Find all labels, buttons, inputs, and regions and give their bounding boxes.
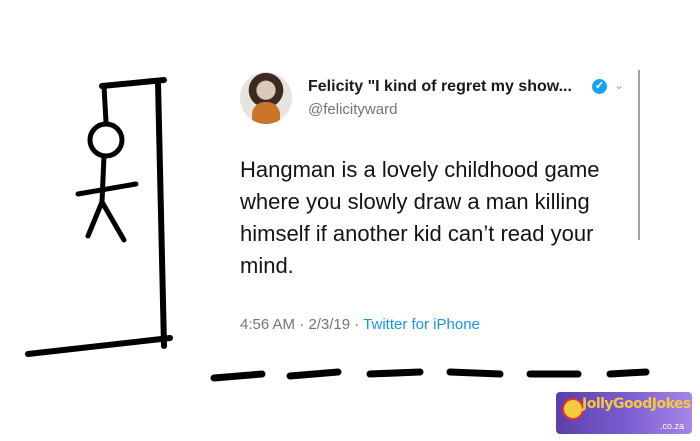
avatar[interactable] (240, 72, 292, 124)
watermark-logo: JollyGoodJokes .co.za (556, 392, 692, 434)
watermark-text: JollyGoodJokes (582, 396, 691, 412)
gallows-post (155, 79, 167, 349)
watermark-suffix: .co.za (659, 421, 684, 431)
gallows-base (25, 335, 173, 357)
meta-separator: · (350, 316, 364, 333)
stickman-head (87, 121, 125, 159)
stickman-arms (75, 181, 139, 197)
guess-blank (366, 368, 424, 378)
tweet-time[interactable]: 4:56 AM (240, 316, 295, 333)
tweet-meta: 4:56 AM · 2/3/19 · Twitter for iPhone (240, 316, 480, 333)
tweet-text: Hangman is a lovely childhood game where… (240, 157, 600, 278)
gallows-beam (99, 77, 167, 89)
guess-blank (446, 368, 504, 378)
meta-separator: · (295, 316, 309, 333)
verified-badge-icon: ✓ (592, 79, 607, 94)
avatar-photo-icon (252, 102, 280, 124)
stickman-right-leg (99, 199, 127, 243)
tweet-source-link[interactable]: Twitter for iPhone (363, 316, 480, 333)
jester-face-icon (562, 398, 584, 420)
stickman-body (99, 153, 107, 205)
chevron-down-icon[interactable]: ⌄ (614, 78, 624, 92)
noose-rope (101, 83, 109, 125)
stickman-left-leg (85, 199, 105, 239)
tweet-date[interactable]: 2/3/19 (308, 316, 350, 333)
guess-blank (286, 368, 342, 380)
display-name[interactable]: Felicity "I kind of regret my show... (308, 78, 572, 96)
user-handle[interactable]: @felicityward (308, 101, 397, 118)
scrollbar[interactable] (638, 70, 640, 240)
guess-blank (210, 370, 266, 382)
guess-blank (606, 368, 650, 378)
